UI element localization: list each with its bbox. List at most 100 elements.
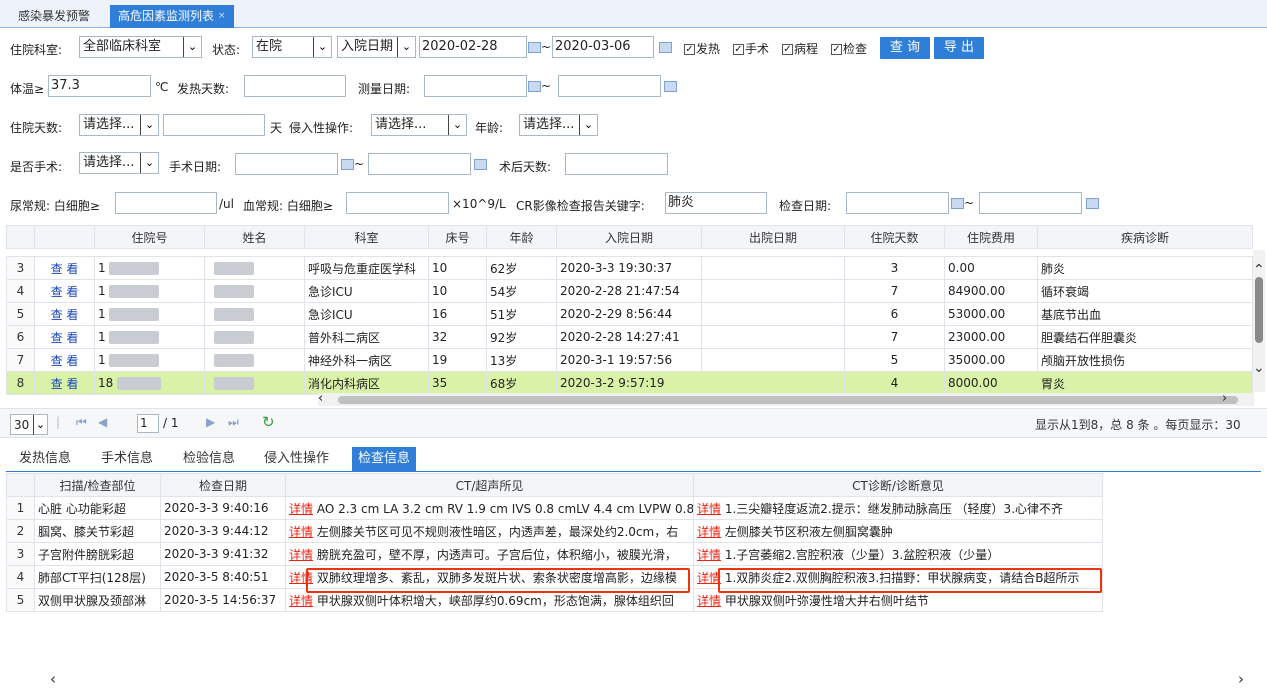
view-link[interactable]: 查 看 — [34, 371, 95, 395]
close-icon[interactable]: × — [218, 11, 226, 21]
scrollbar-thumb[interactable] — [1255, 277, 1263, 343]
col-header-exam-date[interactable]: 检查日期 — [160, 473, 286, 497]
cr-keyword-input[interactable]: 肺炎 — [665, 192, 767, 214]
col-header-discharge-date[interactable]: 出院日期 — [701, 225, 845, 249]
urine-input[interactable] — [115, 192, 217, 214]
check-surgery[interactable]: ✓ 手术 — [733, 40, 769, 57]
subtab-exam[interactable]: 检查信息 — [352, 447, 417, 471]
status-select[interactable]: 在院 ⌄ — [252, 36, 332, 58]
col-header-admit-date[interactable]: 入院日期 — [556, 225, 702, 249]
table-row[interactable]: 5 查 看 1 急诊ICU 16 51岁 2020-2-29 8:56:44 6… — [6, 302, 1253, 326]
subtab-surgery[interactable]: 手术信息 — [95, 447, 159, 471]
exam-date-from-calendar[interactable]: ~ — [951, 196, 974, 210]
surgery-date-from-calendar[interactable]: ~ — [341, 157, 364, 171]
exam-date-to-calendar[interactable] — [1086, 196, 1099, 210]
date-to-input[interactable]: 2020-03-06 — [552, 36, 654, 58]
table-row[interactable]: 2 腘窝、膝关节彩超 2020-3-3 9:44:12 详情 左侧膝关节区可见不… — [6, 519, 1103, 543]
table-row[interactable]: 1 心脏 心功能彩超 2020-3-3 9:40:16 详情 AO 2.3 cm… — [6, 496, 1103, 520]
refresh-icon[interactable]: ↻ — [262, 413, 275, 431]
surgery-date-to[interactable] — [368, 153, 471, 175]
detail-link[interactable]: 详情 — [697, 548, 721, 562]
dept-select[interactable]: 全部临床科室 ⌄ — [79, 36, 202, 58]
last-page-icon[interactable]: ⏭ — [228, 415, 239, 430]
table-row[interactable]: 6 查 看 1 普外科二病区 32 92岁 2020-2-28 14:27:41… — [6, 325, 1253, 349]
scroll-up-icon[interactable]: ⌃ — [1253, 262, 1265, 278]
view-link[interactable]: 查 看 — [34, 279, 95, 303]
stay-days-input[interactable] — [163, 114, 265, 136]
table-row[interactable]: 3 子宫附件膀胱彩超 2020-3-3 9:41:32 详情 膀胱充盈可，壁不厚… — [6, 542, 1103, 566]
detail-link[interactable]: 详情 — [697, 594, 721, 608]
measure-date-to-calendar[interactable] — [664, 79, 677, 93]
measure-date-to[interactable] — [558, 75, 661, 97]
invasive-select[interactable]: 请选择... ⌄ — [371, 114, 467, 136]
table-row[interactable]: 4 查 看 1 急诊ICU 10 54岁 2020-2-28 21:47:54 … — [6, 279, 1253, 303]
check-course[interactable]: ✓ 病程 — [782, 40, 818, 57]
fever-days-input[interactable] — [244, 75, 346, 97]
detail-link[interactable]: 详情 — [289, 525, 313, 539]
first-page-icon[interactable]: ⏮ — [76, 415, 87, 430]
detail-link[interactable]: 详情 — [289, 502, 313, 516]
col-header-age[interactable]: 年龄 — [486, 225, 557, 249]
table-row[interactable]: 3 查 看 1 呼吸与危重症医学科 10 62岁 2020-3-3 19:30:… — [6, 256, 1253, 280]
stay-days-select[interactable]: 请选择... ⌄ — [79, 114, 159, 136]
surgery-select[interactable]: 请选择... ⌄ — [79, 152, 159, 174]
col-header-admission-no[interactable]: 住院号 — [94, 225, 205, 249]
blood-input[interactable] — [346, 192, 449, 214]
subtab-invasive[interactable]: 侵入性操作 — [258, 447, 335, 471]
check-exam[interactable]: ✓ 检查 — [831, 40, 867, 57]
subtab-fever[interactable]: 发热信息 — [13, 447, 77, 471]
col-header-stay-days[interactable]: 住院天数 — [844, 225, 945, 249]
detail-link[interactable]: 详情 — [289, 594, 313, 608]
scroll-right-icon[interactable]: › — [1238, 670, 1244, 688]
page-size-select[interactable]: 30 ⌄ — [10, 414, 48, 435]
exam-date-to[interactable] — [979, 192, 1082, 214]
scroll-down-icon[interactable]: ⌄ — [1253, 360, 1265, 376]
col-header-bed[interactable]: 床号 — [428, 225, 487, 249]
prev-page-icon[interactable]: ◀ — [98, 415, 107, 429]
calendar-icon — [659, 42, 672, 53]
tab-risk-monitor-list[interactable]: 高危因素监测列表 × — [110, 5, 234, 28]
age-select[interactable]: 请选择... ⌄ — [519, 114, 598, 136]
scroll-left-icon[interactable]: ‹ — [50, 670, 56, 688]
tab-outbreak-warning[interactable]: 感染暴发预警 — [10, 5, 98, 28]
subtab-lab[interactable]: 检验信息 — [177, 447, 241, 471]
view-link[interactable]: 查 看 — [34, 302, 95, 326]
surgery-date-to-calendar[interactable] — [474, 157, 487, 171]
detail-link[interactable]: 详情 — [289, 548, 313, 562]
date-to-calendar[interactable] — [659, 40, 672, 54]
view-link[interactable]: 查 看 — [34, 256, 95, 280]
postop-days-input[interactable] — [565, 153, 668, 175]
view-link[interactable]: 查 看 — [34, 348, 95, 372]
col-header-diagnosis[interactable]: CT诊断/诊断意见 — [693, 473, 1103, 497]
surgery-date-from[interactable] — [235, 153, 338, 175]
findings-cell: 详情 左侧膝关节区可见不规则液性暗区，内透声差，最深处约2.0cm，右 — [285, 519, 694, 543]
col-header-name[interactable]: 姓名 — [204, 225, 305, 249]
temp-input[interactable]: 37.3 — [48, 75, 151, 97]
patient-horizontal-scrollbar[interactable] — [318, 393, 1254, 406]
detail-link[interactable]: 详情 — [697, 502, 721, 516]
date-from-input[interactable]: 2020-02-28 — [419, 36, 527, 58]
scroll-left-icon[interactable]: ‹ — [318, 391, 323, 406]
row-number: 3 — [6, 542, 35, 566]
date-type-select[interactable]: 入院日期 ⌄ — [337, 36, 416, 58]
check-fever[interactable]: ✓ 发热 — [684, 40, 720, 57]
measure-date-from-calendar[interactable]: ~ — [528, 79, 551, 93]
col-header-findings[interactable]: CT/超声所见 — [285, 473, 694, 497]
next-page-icon[interactable]: ▶ — [206, 415, 215, 429]
export-button[interactable]: 导 出 — [934, 37, 984, 59]
scrollbar-thumb[interactable] — [338, 396, 1238, 404]
detail-link[interactable]: 详情 — [697, 525, 721, 539]
col-header-part[interactable]: 扫描/检查部位 — [34, 473, 161, 497]
table-row[interactable]: 7 查 看 1 神经外科一病区 19 13岁 2020-3-1 19:57:56… — [6, 348, 1253, 372]
scroll-right-icon[interactable]: › — [1222, 391, 1227, 406]
query-button[interactable]: 查 询 — [880, 37, 930, 59]
exam-date-from[interactable] — [846, 192, 949, 214]
col-header-diagnosis[interactable]: 疾病诊断 — [1037, 225, 1253, 249]
page-number-input[interactable]: 1 — [137, 414, 159, 433]
view-link[interactable]: 查 看 — [34, 325, 95, 349]
col-header-dept[interactable]: 科室 — [304, 225, 429, 249]
measure-date-from[interactable] — [424, 75, 527, 97]
date-from-calendar[interactable]: ~ — [528, 40, 551, 54]
col-header-cost[interactable]: 住院费用 — [944, 225, 1038, 249]
table-row-selected[interactable]: 8 查 看 18 消化内科病区 35 68岁 2020-3-2 9:57:19 … — [6, 371, 1253, 395]
